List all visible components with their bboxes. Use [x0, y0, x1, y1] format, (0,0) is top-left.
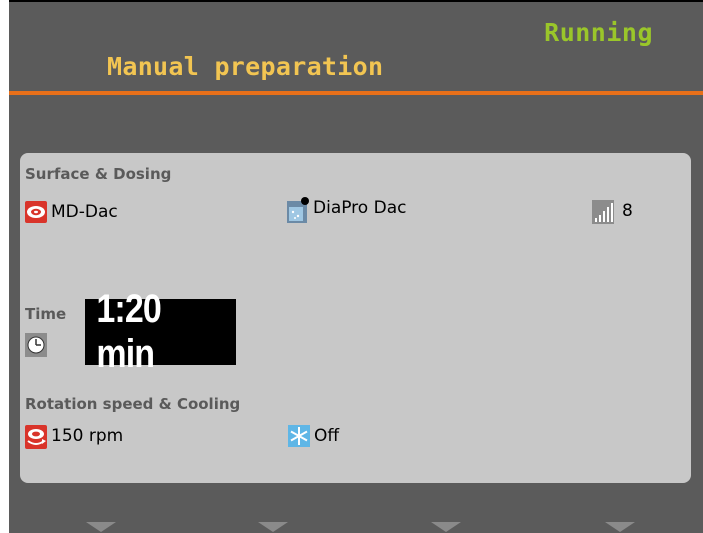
- speed-item[interactable]: 150 rpm: [25, 425, 124, 449]
- time-display[interactable]: 1:20 min: [85, 287, 236, 376]
- surface-value: MD-Dac: [51, 202, 118, 222]
- section-label-time: Time: [25, 305, 67, 323]
- top-border: [9, 0, 703, 2]
- page-title: Manual preparation: [107, 52, 384, 81]
- status-text: Running: [544, 18, 653, 47]
- rotation-icon: [25, 425, 47, 449]
- softkey-1-arrow-icon[interactable]: [86, 522, 116, 532]
- signal-bars-icon: [592, 200, 614, 224]
- section-label-surface-dosing: Surface & Dosing: [25, 165, 172, 183]
- disc-icon: [25, 201, 47, 223]
- dosing-value: 8: [622, 201, 633, 221]
- dosing-item[interactable]: 8: [592, 200, 633, 224]
- header-divider: [9, 91, 703, 95]
- suspension-value: DiaPro Dac: [313, 198, 407, 218]
- section-label-rotation-cooling: Rotation speed & Cooling: [25, 395, 241, 413]
- surface-item[interactable]: MD-Dac: [25, 201, 118, 223]
- cooling-value: Off: [314, 426, 340, 446]
- machine-screen: Running Manual preparation Surface & Dos…: [9, 0, 703, 533]
- snowflake-icon: [288, 425, 310, 447]
- softkey-2-arrow-icon[interactable]: [258, 522, 288, 532]
- speed-value: 150 rpm: [51, 426, 124, 446]
- clock-icon: [25, 333, 47, 357]
- suspension-item[interactable]: DiaPro Dac: [287, 197, 407, 223]
- bottle-icon: [287, 197, 309, 223]
- softkey-3-arrow-icon[interactable]: [431, 522, 461, 532]
- cooling-item[interactable]: Off: [288, 425, 339, 447]
- settings-panel: Surface & Dosing MD-Dac DiaPro Dac 8 Tim…: [20, 153, 691, 483]
- softkey-4-arrow-icon[interactable]: [605, 522, 635, 532]
- time-value: 1:20 min: [96, 287, 162, 376]
